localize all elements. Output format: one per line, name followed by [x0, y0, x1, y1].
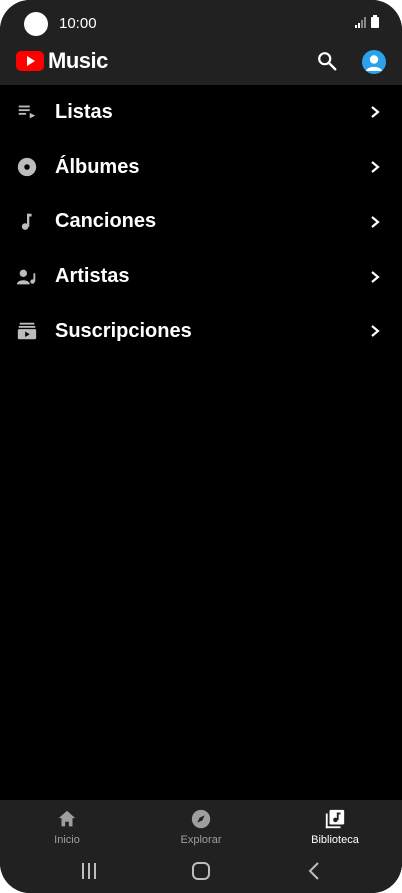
tab-label: Explorar — [180, 834, 222, 846]
playlist-icon — [18, 105, 36, 119]
youtube-music-logo[interactable]: Music — [16, 48, 108, 73]
library-item-canciones[interactable]: Canciones — [0, 195, 402, 250]
chevron-right-icon — [371, 161, 380, 173]
chevron-right-icon — [371, 216, 380, 228]
library-item-label: Álbumes — [55, 155, 140, 178]
library-icon — [325, 809, 345, 829]
library-item-artistas[interactable]: Artistas — [0, 249, 402, 304]
library-item-listas[interactable]: Listas — [0, 85, 402, 140]
recent-apps-icon[interactable] — [80, 862, 98, 880]
home-button-icon[interactable] — [191, 861, 211, 881]
library-item-suscripciones[interactable]: Suscripciones — [0, 304, 402, 359]
library-item-label: Listas — [55, 100, 113, 123]
tab-inicio[interactable]: Inicio — [22, 808, 112, 846]
library-item-label: Canciones — [55, 210, 157, 233]
chevron-right-icon — [371, 106, 380, 119]
home-icon — [58, 810, 76, 827]
chevron-right-icon — [371, 325, 380, 338]
system-navigation-bar — [0, 850, 402, 893]
front-camera — [24, 12, 48, 36]
tab-label: Inicio — [54, 834, 80, 846]
tab-explorar[interactable]: Explorar — [156, 808, 246, 846]
chevron-right-icon — [371, 270, 380, 283]
account-avatar-icon[interactable] — [362, 50, 386, 74]
subscriptions-icon — [17, 323, 37, 340]
status-bar: 10:00 — [0, 0, 402, 48]
battery-icon — [371, 15, 379, 28]
phone-screen: 10:00 Music Listas Álbumes Canciones Art… — [0, 0, 402, 893]
artist-icon — [16, 269, 36, 284]
back-button-icon[interactable] — [306, 861, 322, 881]
youtube-play-icon — [16, 51, 44, 71]
compass-icon — [191, 809, 211, 829]
library-list: Listas Álbumes Canciones Artistas Suscri… — [0, 85, 402, 359]
signal-icon — [355, 17, 366, 28]
album-icon — [17, 157, 37, 177]
music-note-icon — [21, 213, 32, 230]
library-item-label: Artistas — [55, 265, 130, 288]
library-item-albumes[interactable]: Álbumes — [0, 140, 402, 195]
status-time: 10:00 — [59, 15, 97, 32]
top-app-bar: 10:00 Music — [0, 0, 402, 85]
library-item-label: Suscripciones — [55, 319, 192, 342]
tab-label: Biblioteca — [311, 834, 359, 846]
search-icon[interactable] — [316, 50, 338, 72]
app-name: Music — [48, 48, 108, 73]
tab-biblioteca[interactable]: Biblioteca — [290, 808, 380, 846]
